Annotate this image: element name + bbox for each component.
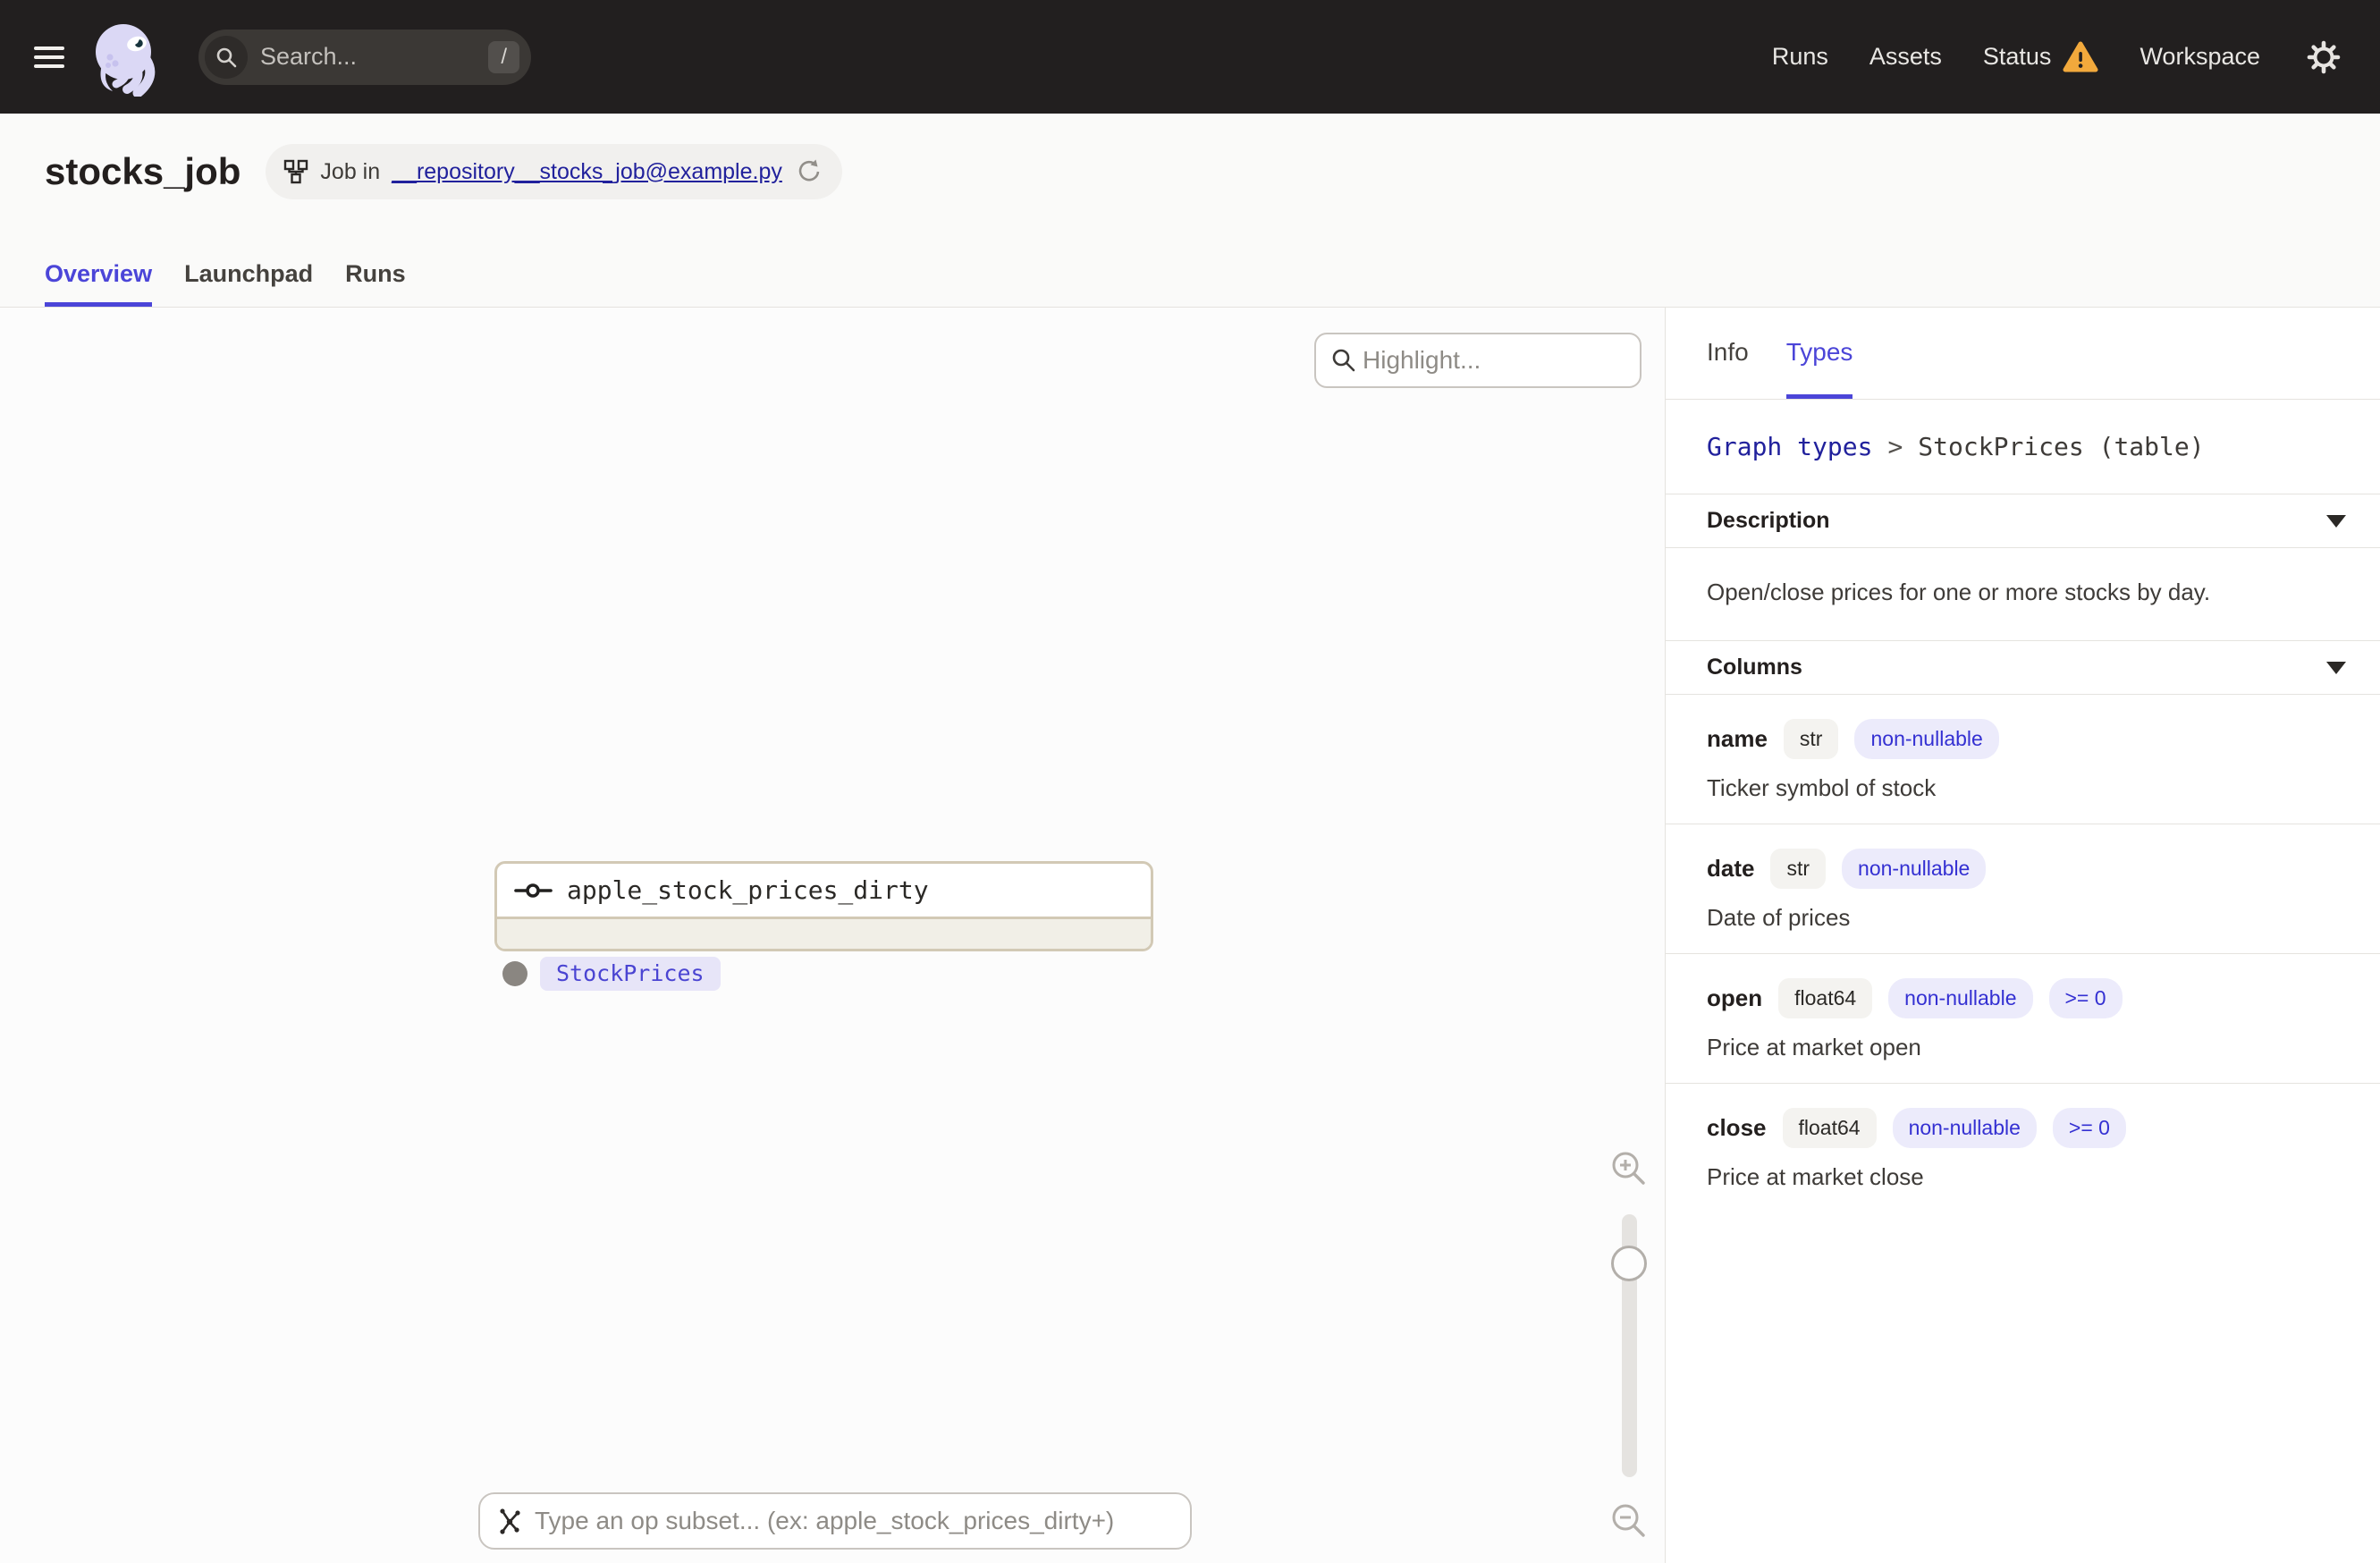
column-row-tags: close float64 non-nullable >= 0 — [1707, 1108, 2339, 1148]
chevron-down-icon[interactable] — [2326, 514, 2346, 528]
op-output-handle — [502, 961, 527, 986]
op-node-apple-stock-prices-dirty[interactable]: apple_stock_prices_dirty — [494, 861, 1153, 951]
column-name: name — [1707, 725, 1768, 752]
column-row-date: date str non-nullable Date of prices — [1666, 824, 2380, 954]
column-row-tags: date str non-nullable — [1707, 849, 2339, 889]
top-navbar: / Runs Assets Status Workspace — [0, 0, 2380, 114]
zoom-out-icon[interactable] — [1608, 1500, 1650, 1542]
columns-section-title: Columns — [1707, 655, 1802, 680]
job-badge-prefix: Job in — [320, 158, 381, 184]
description-section-body: Open/close prices for one or more stocks… — [1666, 548, 2380, 641]
op-graph-canvas[interactable]: apple_stock_prices_dirty StockPrices — [0, 308, 1665, 1563]
chevron-down-icon[interactable] — [2326, 661, 2346, 674]
zoom-in-icon[interactable] — [1608, 1148, 1650, 1189]
column-type-tag: str — [1770, 849, 1827, 889]
op-node-body — [497, 917, 1151, 949]
nav-link-runs[interactable]: Runs — [1772, 43, 1828, 71]
op-node-name: apple_stock_prices_dirty — [567, 875, 929, 905]
repository-file-link[interactable]: __repository__stocks_job@example.py — [392, 159, 782, 185]
op-subset-input[interactable] — [535, 1507, 1175, 1535]
type-info-panel: Info Types Graph types > StockPrices (ta… — [1665, 308, 2380, 1563]
column-name: close — [1707, 1114, 1767, 1141]
page-title: stocks_job — [45, 150, 241, 192]
op-selection-graph-icon — [500, 1508, 520, 1534]
column-name: date — [1707, 855, 1755, 882]
description-section-title: Description — [1707, 508, 1830, 533]
column-constraint-tag: non-nullable — [1854, 719, 1999, 759]
column-description: Price at market close — [1707, 1163, 1924, 1190]
output-type-tag[interactable]: StockPrices — [540, 957, 721, 991]
op-subset-selector — [478, 1492, 1192, 1550]
search-input[interactable] — [248, 43, 489, 71]
column-description: Date of prices — [1707, 904, 1851, 931]
page-tabs: Overview Launchpad Runs — [45, 260, 406, 307]
title-row: stocks_job Job in __repository__stocks_j… — [45, 144, 842, 199]
settings-gear-icon[interactable] — [2307, 40, 2341, 74]
columns-section-header[interactable]: Columns — [1666, 641, 2380, 695]
tab-overview[interactable]: Overview — [45, 260, 153, 307]
breadcrumb-separator: > — [1887, 432, 1903, 461]
column-row-tags: open float64 non-nullable >= 0 — [1707, 978, 2339, 1018]
tab-launchpad[interactable]: Launchpad — [184, 260, 313, 307]
breadcrumb-graph-types-link[interactable]: Graph types — [1707, 432, 1872, 461]
column-constraint-tag: >= 0 — [2052, 1108, 2126, 1148]
nav-link-status[interactable]: Status — [1983, 41, 2099, 73]
column-row-name: name str non-nullable Ticker symbol of s… — [1666, 695, 2380, 824]
zoom-controls — [1601, 1148, 1657, 1542]
nav-link-status-label: Status — [1982, 43, 2052, 70]
type-breadcrumb: Graph types > StockPrices (table) — [1666, 400, 2380, 494]
main-content: apple_stock_prices_dirty StockPrices — [0, 308, 2380, 1563]
column-row-tags: name str non-nullable — [1707, 719, 2339, 759]
refresh-icon[interactable] — [796, 158, 823, 185]
column-constraint-tag: non-nullable — [1842, 849, 1987, 889]
menu-icon[interactable] — [34, 45, 64, 70]
column-constraint-tag: >= 0 — [2048, 978, 2123, 1018]
navbar-left: / — [34, 18, 531, 97]
zoom-slider-track[interactable] — [1611, 1214, 1647, 1477]
breadcrumb-current: StockPrices (table) — [1918, 432, 2205, 461]
column-description: Ticker symbol of stock — [1707, 774, 1937, 801]
tab-runs[interactable]: Runs — [345, 260, 406, 307]
nav-link-assets[interactable]: Assets — [1869, 43, 1942, 71]
job-graph-icon — [284, 159, 308, 184]
panel-tab-info[interactable]: Info — [1707, 308, 1749, 399]
column-constraint-tag: non-nullable — [1892, 1108, 2037, 1148]
job-origin-badge: Job in __repository__stocks_job@example.… — [266, 144, 842, 199]
column-description: Price at market open — [1707, 1034, 1921, 1060]
page-header: stocks_job Job in __repository__stocks_j… — [0, 114, 2380, 308]
column-type-tag: float64 — [1782, 1108, 1877, 1148]
search-icon — [205, 35, 248, 79]
op-io-icon — [514, 883, 553, 898]
warning-icon — [2063, 41, 2098, 72]
highlight-input[interactable] — [1363, 346, 1625, 375]
highlight-search — [1314, 333, 1642, 388]
column-row-close: close float64 non-nullable >= 0 Price at… — [1666, 1084, 2380, 1212]
nav-link-workspace[interactable]: Workspace — [2139, 43, 2260, 71]
panel-tab-types[interactable]: Types — [1785, 308, 1853, 399]
column-type-tag: float64 — [1778, 978, 1873, 1018]
search-shortcut-key: / — [488, 40, 519, 73]
highlight-search-icon — [1332, 349, 1355, 372]
global-search: / — [198, 29, 531, 85]
dagster-logo-icon[interactable] — [86, 18, 165, 97]
zoom-slider-handle[interactable] — [1611, 1246, 1647, 1281]
panel-tabs: Info Types — [1666, 308, 2380, 400]
column-row-open: open float64 non-nullable >= 0 Price at … — [1666, 954, 2380, 1084]
column-type-tag: str — [1783, 719, 1839, 759]
description-section-header[interactable]: Description — [1666, 494, 2380, 548]
navbar-links: Runs Assets Status Workspace — [1772, 40, 2341, 74]
column-constraint-tag: non-nullable — [1888, 978, 2033, 1018]
op-node-title: apple_stock_prices_dirty — [497, 864, 1151, 917]
column-name: open — [1707, 984, 1763, 1011]
